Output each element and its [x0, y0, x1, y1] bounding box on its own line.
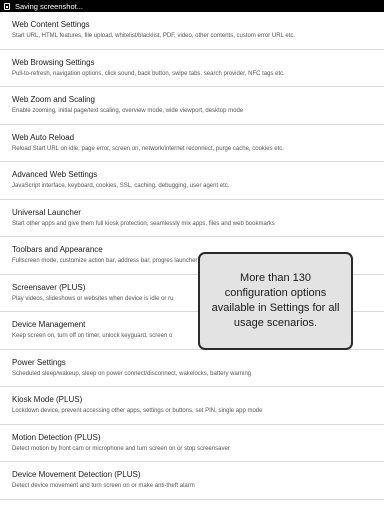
settings-item-description: Start other apps and give them full kios…	[12, 220, 275, 227]
info-callout: More than 130 configuration options avai…	[198, 252, 353, 350]
settings-item-description: Fullscreen mode, customize action bar, a…	[12, 258, 198, 264]
settings-item-description: Detect motion by front cam or microphone…	[12, 445, 230, 452]
settings-item-movement-detection[interactable]: Device Movement Detection (PLUS) Detect …	[0, 462, 384, 500]
settings-item-title: Web Auto Reload	[12, 132, 75, 142]
status-text: Saving screenshot...	[15, 1, 83, 11]
settings-item-description: Reload Start URL on idle, page error, sc…	[12, 145, 284, 152]
settings-item-power[interactable]: Power Settings Scheduled sleep/wakeup, s…	[0, 350, 384, 387]
settings-item-kiosk-mode[interactable]: Kiosk Mode (PLUS) Lockdown device, preve…	[0, 387, 384, 425]
status-bar: Saving screenshot...	[0, 0, 384, 12]
settings-item-title: Universal Launcher	[12, 207, 81, 217]
screenshot-icon	[4, 2, 10, 10]
settings-item-web-auto-reload[interactable]: Web Auto Reload Reload Start URL on idle…	[0, 125, 384, 162]
settings-item-description: JavaScript interface, keyboard, cookies,…	[12, 183, 230, 189]
settings-item-title: Web Zoom and Scaling	[12, 95, 96, 104]
settings-item-title: Power Settings	[12, 357, 66, 367]
settings-item-title: Advanced Web Settings	[12, 170, 98, 179]
settings-item-title: Web Content Settings	[12, 20, 90, 29]
settings-item-description: Pull-to-refresh, navigation options, cli…	[12, 70, 285, 77]
settings-item-description: Lockdown device, prevent accessing other…	[12, 408, 263, 414]
settings-item-advanced-web[interactable]: Advanced Web Settings JavaScript interfa…	[0, 162, 384, 200]
settings-item-web-browsing[interactable]: Web Browsing Settings Pull-to-refresh, n…	[0, 50, 384, 87]
settings-item-web-content[interactable]: Web Content Settings Start URL, HTML fea…	[0, 12, 384, 50]
settings-item-web-zoom[interactable]: Web Zoom and Scaling Enable zooming, ini…	[0, 87, 384, 125]
settings-item-description: Scheduled sleep/wakeup, sleep on power c…	[12, 370, 252, 377]
settings-item-title: Web Browsing Settings	[12, 57, 95, 67]
settings-item-description: Enable zooming, initial page/text scalin…	[12, 108, 244, 114]
settings-item-motion-detection[interactable]: Motion Detection (PLUS) Detect motion by…	[0, 425, 384, 462]
settings-item-universal-launcher[interactable]: Universal Launcher Start other apps and …	[0, 200, 384, 237]
settings-item-description: Detect device movement and turn screen o…	[12, 483, 195, 489]
settings-item-title: Kiosk Mode (PLUS)	[12, 395, 83, 404]
callout-text: More than 130 configuration options avai…	[211, 272, 340, 329]
settings-item-description: Start URL, HTML features, file upload, w…	[12, 33, 295, 39]
settings-item-title: Device Movement Detection (PLUS)	[12, 470, 141, 479]
settings-item-title: Motion Detection (PLUS)	[12, 432, 101, 442]
